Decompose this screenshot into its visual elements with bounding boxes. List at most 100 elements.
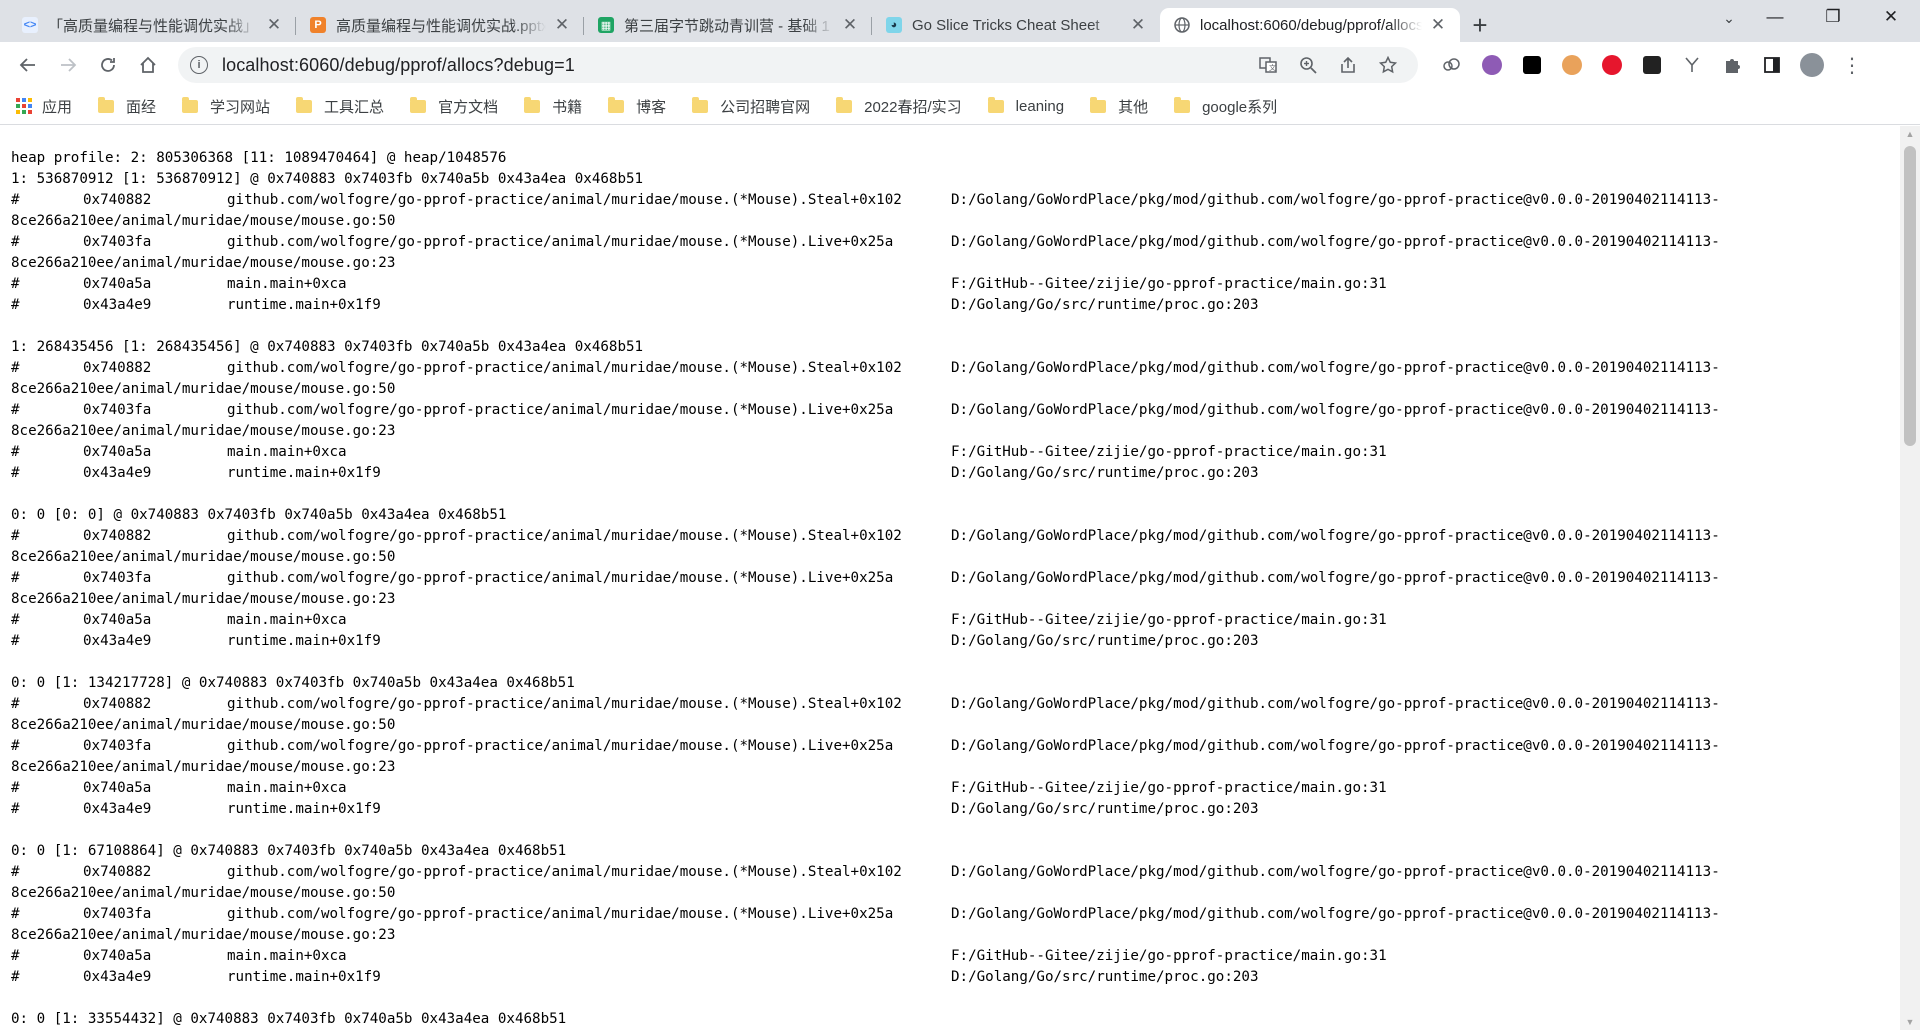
stack-frame: #0x7403fa github.com/wolfogre/go-pprof-pr… bbox=[11, 568, 1889, 610]
menu-kebab-icon[interactable]: ⋮ bbox=[1832, 47, 1872, 83]
tab-1[interactable]: P 高质量编程与性能调优实战.pptx ✕ bbox=[296, 8, 584, 42]
weibo-extension-icon[interactable] bbox=[1592, 47, 1632, 83]
avatar[interactable] bbox=[1792, 47, 1832, 83]
bookmark-folder[interactable]: 书籍 bbox=[524, 96, 582, 117]
bookmark-label: 官方文档 bbox=[438, 98, 499, 116]
back-icon[interactable] bbox=[8, 45, 48, 85]
frame-file: D:/Golang/Go/src/runtime/proc.go:203 bbox=[951, 801, 1259, 817]
tab-0[interactable]: <> 「高质量编程与性能调优实战」课 ✕ bbox=[8, 8, 296, 42]
frame-marker: # bbox=[11, 801, 20, 817]
forward-icon[interactable] bbox=[48, 45, 88, 85]
frame-function: github.com/wolfogre/go-pprof-practice/an… bbox=[227, 360, 902, 376]
scroll-down-icon[interactable]: ▼ bbox=[1900, 1014, 1920, 1030]
page-scrollbar[interactable]: ▲ ▼ bbox=[1900, 126, 1920, 1030]
frame-file: D:/Golang/GoWordPlace/pkg/mod/github.com… bbox=[951, 528, 1720, 544]
close-icon[interactable]: ✕ bbox=[552, 15, 572, 35]
frame-function: github.com/wolfogre/go-pprof-practice/an… bbox=[227, 906, 894, 922]
bookmark-star-icon[interactable] bbox=[1368, 47, 1408, 83]
frame-function: github.com/wolfogre/go-pprof-practice/an… bbox=[227, 696, 902, 712]
tab-search-icon[interactable]: ⌄ bbox=[1714, 6, 1744, 30]
puzzle-icon[interactable] bbox=[1712, 47, 1752, 83]
frame-file-continuation: 8ce266a210ee/animal/muridae/mouse/mouse.… bbox=[11, 255, 396, 271]
frame-function: main.main+0xca bbox=[227, 612, 347, 628]
tampermonkey-icon[interactable] bbox=[1512, 47, 1552, 83]
apps-grid-icon bbox=[16, 98, 32, 114]
minimize-icon[interactable]: — bbox=[1746, 0, 1804, 34]
gopher-icon: ◕ bbox=[886, 17, 902, 33]
close-icon[interactable]: ✕ bbox=[1128, 15, 1148, 35]
frame-marker: # bbox=[11, 528, 20, 544]
tab-title: 「高质量编程与性能调优实战」课 bbox=[48, 17, 258, 35]
bookmark-folder[interactable]: 其他 bbox=[1090, 96, 1148, 117]
close-icon[interactable]: ✕ bbox=[840, 15, 860, 35]
stack-frame: #0x740882 github.com/wolfogre/go-pprof-pr… bbox=[11, 694, 1889, 736]
frame-function: runtime.main+0x1f9 bbox=[227, 801, 381, 817]
bookmark-folder[interactable]: google系列 bbox=[1174, 96, 1277, 117]
frame-file: F:/GitHub--Gitee/zijie/go-pprof-practice… bbox=[951, 948, 1387, 964]
frame-function: main.main+0xca bbox=[227, 276, 347, 292]
close-icon[interactable]: ✕ bbox=[264, 15, 284, 35]
bookmark-apps[interactable]: 应用 bbox=[16, 96, 72, 117]
y-extension-icon[interactable] bbox=[1672, 47, 1712, 83]
reload-icon[interactable] bbox=[88, 45, 128, 85]
frame-file-continuation: 8ce266a210ee/animal/muridae/mouse/mouse.… bbox=[11, 381, 396, 397]
purple-extension-icon[interactable] bbox=[1472, 47, 1512, 83]
bookmark-label: 书籍 bbox=[552, 98, 583, 116]
address-bar[interactable]: i localhost:6060/debug/pprof/allocs?debu… bbox=[178, 47, 1418, 83]
tab-2[interactable]: ▦ 第三届字节跳动青训营 - 基础 1 班 ✕ bbox=[584, 8, 872, 42]
frame-address: 0x7403fa bbox=[83, 570, 152, 586]
frame-function: runtime.main+0x1f9 bbox=[227, 297, 381, 313]
scroll-thumb[interactable] bbox=[1904, 146, 1916, 446]
frame-file: D:/Golang/GoWordPlace/pkg/mod/github.com… bbox=[951, 738, 1720, 754]
tab-3[interactable]: ◕ Go Slice Tricks Cheat Sheet ✕ bbox=[872, 8, 1160, 42]
frame-file-continuation: 8ce266a210ee/animal/muridae/mouse/mouse.… bbox=[11, 213, 396, 229]
bookmark-folder[interactable]: 公司招聘官网 bbox=[692, 96, 810, 117]
frame-function: main.main+0xca bbox=[227, 948, 347, 964]
scroll-up-icon[interactable]: ▲ bbox=[1900, 126, 1920, 142]
frame-marker: # bbox=[11, 444, 20, 460]
frame-function: github.com/wolfogre/go-pprof-practice/an… bbox=[227, 402, 894, 418]
stack-frame: #0x43a4e9 runtime.main+0x1f9 D:/Golang/Go/… bbox=[11, 631, 1889, 652]
bookmark-folder[interactable]: leaning bbox=[987, 96, 1064, 115]
new-tab-button[interactable]: + bbox=[1460, 8, 1500, 42]
site-info-icon[interactable]: i bbox=[190, 56, 208, 74]
folder-icon bbox=[524, 96, 541, 113]
close-icon[interactable]: ✕ bbox=[1428, 15, 1448, 35]
frame-file: D:/Golang/GoWordPlace/pkg/mod/github.com… bbox=[951, 864, 1720, 880]
bookmark-folder[interactable]: 面经 bbox=[98, 96, 156, 117]
bookmark-label: 2022春招/实习 bbox=[864, 98, 962, 116]
translate-icon[interactable]: 文 bbox=[1248, 47, 1288, 83]
frame-address: 0x740882 bbox=[83, 528, 152, 544]
frame-file: D:/Golang/GoWordPlace/pkg/mod/github.com… bbox=[951, 192, 1720, 208]
window-close-icon[interactable]: ✕ bbox=[1862, 0, 1920, 34]
frame-address: 0x740a5a bbox=[83, 780, 152, 796]
maximize-icon[interactable]: ❐ bbox=[1804, 0, 1862, 34]
tab-title: localhost:6060/debug/pprof/allocs bbox=[1200, 16, 1422, 34]
bookmark-label: 公司招聘官网 bbox=[720, 98, 811, 116]
bookmark-folder[interactable]: 官方文档 bbox=[410, 96, 498, 117]
frame-marker: # bbox=[11, 633, 20, 649]
frame-file: F:/GitHub--Gitee/zijie/go-pprof-practice… bbox=[951, 444, 1387, 460]
bookmark-folder[interactable]: 工具汇总 bbox=[296, 96, 384, 117]
folder-icon bbox=[182, 96, 199, 113]
bookmark-label: 工具汇总 bbox=[324, 98, 385, 116]
frame-marker: # bbox=[11, 864, 20, 880]
bookmark-folder[interactable]: 2022春招/实习 bbox=[836, 96, 962, 117]
frame-address: 0x740882 bbox=[83, 192, 152, 208]
frame-marker: # bbox=[11, 780, 20, 796]
side-panel-icon[interactable] bbox=[1752, 47, 1792, 83]
frame-function: github.com/wolfogre/go-pprof-practice/an… bbox=[227, 528, 902, 544]
tab-title: Go Slice Tricks Cheat Sheet bbox=[912, 16, 1100, 34]
tab-strip: <> 「高质量编程与性能调优实战」课 ✕ P 高质量编程与性能调优实战.pptx… bbox=[0, 0, 1920, 42]
cloud-extension-icon[interactable] bbox=[1432, 47, 1472, 83]
tab-4-active[interactable]: localhost:6060/debug/pprof/allocs ✕ bbox=[1160, 8, 1460, 42]
orange-extension-icon[interactable] bbox=[1552, 47, 1592, 83]
zoom-icon[interactable] bbox=[1288, 47, 1328, 83]
share-icon[interactable] bbox=[1328, 47, 1368, 83]
record-header: 1: 536870912 [1: 536870912] @ 0x740883 0… bbox=[11, 171, 644, 187]
home-icon[interactable] bbox=[128, 45, 168, 85]
frame-address: 0x740a5a bbox=[83, 948, 152, 964]
leetcode-extension-icon[interactable] bbox=[1632, 47, 1672, 83]
bookmark-folder[interactable]: 博客 bbox=[608, 96, 666, 117]
bookmark-folder[interactable]: 学习网站 bbox=[182, 96, 270, 117]
